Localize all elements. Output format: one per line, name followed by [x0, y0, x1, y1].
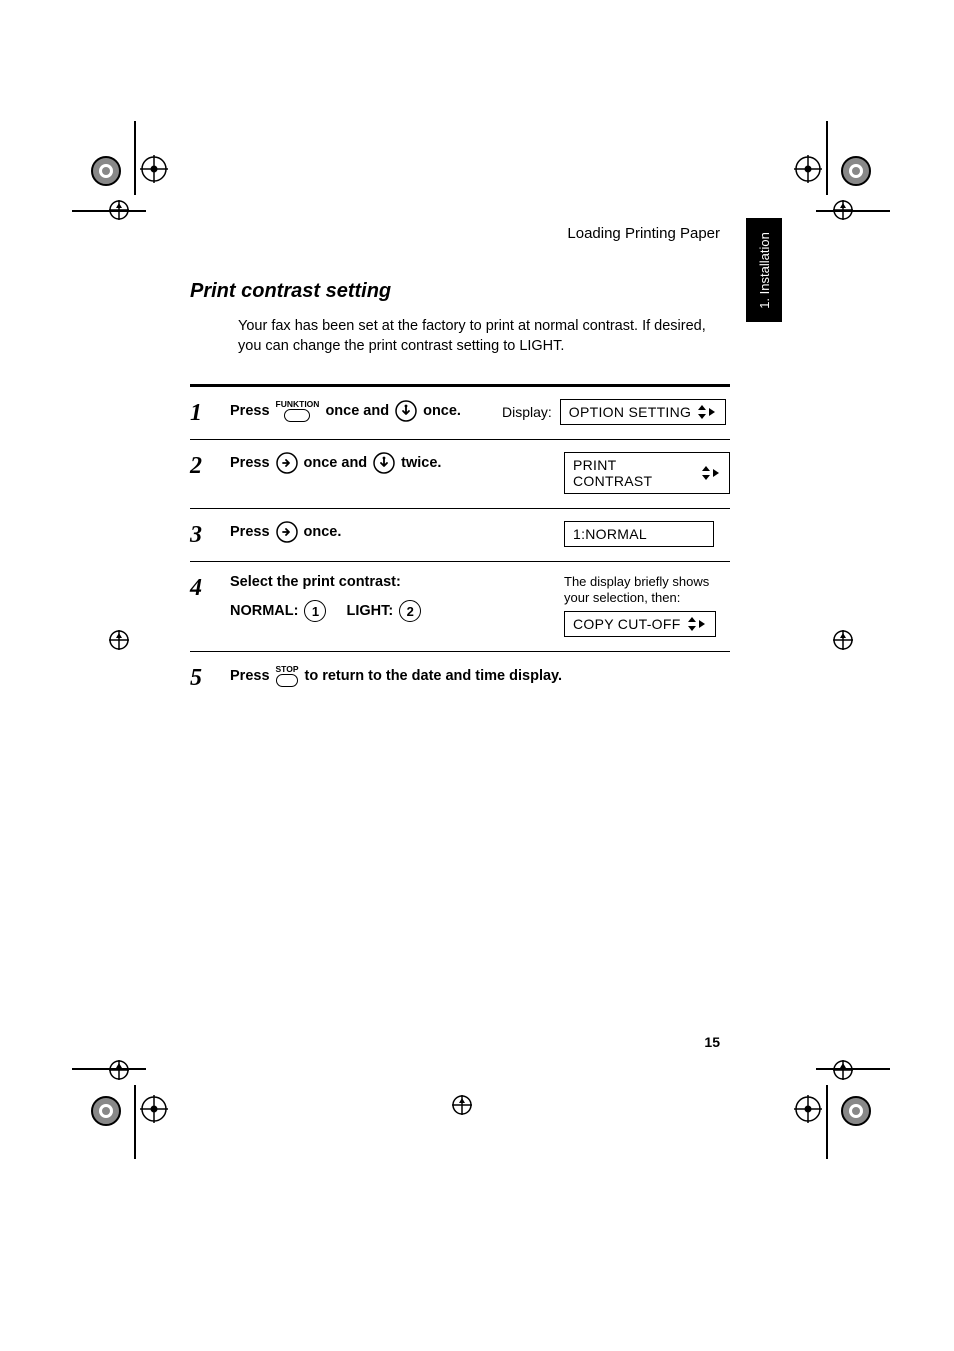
- registration-arrow-icon: [833, 200, 853, 225]
- step-row: 5 Press STOP to return to the date and t…: [190, 651, 730, 704]
- step-row: 1 Press FUNKTION once and once.: [190, 384, 730, 439]
- registration-crosshair-icon: [794, 1095, 822, 1128]
- step-rhs: 1:NORMAL: [564, 521, 730, 547]
- up-down-right-arrows-icon: [691, 405, 717, 419]
- step-row: 4 Select the print contrast: NORMAL: 1 L…: [190, 561, 730, 651]
- step-rhs: The display briefly shows your selection…: [564, 574, 730, 637]
- lcd-display: 1:NORMAL: [564, 521, 714, 547]
- step-row: 3 Press once. 1:NORMAL: [190, 508, 730, 561]
- section-title: Print contrast setting: [190, 280, 730, 303]
- text: Press: [230, 668, 270, 684]
- key-label: STOP: [276, 664, 299, 674]
- registration-donut-icon: [840, 1095, 872, 1132]
- registration-donut-icon: [840, 155, 872, 192]
- text: once.: [423, 403, 461, 419]
- display-label: Display:: [502, 404, 552, 420]
- chapter-tab-label: 1. Installation: [757, 232, 772, 309]
- text: once.: [304, 524, 342, 540]
- step-number: 2: [190, 452, 218, 478]
- registration-arrow-icon: [833, 630, 853, 655]
- text: Press: [230, 403, 270, 419]
- registration-arrow-icon: [452, 1095, 472, 1120]
- section-intro: Your fax has been set at the factory to …: [238, 317, 730, 356]
- page-number: 15: [704, 1034, 720, 1050]
- step-row: 2 Press once and twice. PRINT CONTRAST: [190, 439, 730, 508]
- lcd-display: COPY CUT-OFF: [564, 611, 716, 637]
- registration-donut-icon: [90, 155, 122, 192]
- crop-mark: [826, 121, 828, 195]
- step-body: Press once and twice.: [230, 452, 552, 474]
- registration-crosshair-icon: [140, 1095, 168, 1128]
- right-arrow-key-icon: [276, 521, 298, 543]
- key-label: FUNKTION: [276, 399, 320, 409]
- lcd-text: PRINT CONTRAST: [573, 457, 695, 489]
- text: to return to the date and time display.: [305, 668, 563, 684]
- crop-mark: [826, 1085, 828, 1159]
- display-note: The display briefly shows your selection…: [564, 574, 730, 605]
- text: Select the print contrast:: [230, 574, 401, 590]
- lcd-text: COPY CUT-OFF: [573, 616, 681, 632]
- step-rhs: Display: OPTION SETTING: [564, 399, 730, 425]
- step-body: Press STOP to return to the date and tim…: [230, 664, 710, 687]
- lcd-display: OPTION SETTING: [560, 399, 726, 425]
- registration-crosshair-icon: [140, 155, 168, 188]
- step-body: Select the print contrast: NORMAL: 1 LIG…: [230, 574, 552, 622]
- text: Press: [230, 455, 270, 471]
- funktion-key-icon: FUNKTION: [276, 399, 320, 422]
- crop-mark: [134, 121, 136, 195]
- lcd-text: 1:NORMAL: [573, 526, 647, 542]
- registration-arrow-icon: [109, 200, 129, 225]
- stop-key-icon: STOP: [276, 664, 299, 687]
- crop-mark: [134, 1085, 136, 1159]
- chapter-tab: 1. Installation: [746, 218, 782, 322]
- down-arrow-key-icon: [373, 452, 395, 474]
- lcd-text: OPTION SETTING: [569, 404, 691, 420]
- step-number: 4: [190, 574, 218, 600]
- text: once and: [304, 455, 368, 471]
- step-body: Press once.: [230, 521, 552, 543]
- keypad-2-icon: 2: [399, 600, 421, 622]
- step-number: 1: [190, 399, 218, 425]
- text: once and: [325, 403, 389, 419]
- up-down-right-arrows-icon: [681, 617, 707, 631]
- step-list: 1 Press FUNKTION once and once.: [190, 384, 730, 704]
- crop-mark: [816, 210, 890, 212]
- lcd-display: PRINT CONTRAST: [564, 452, 730, 494]
- registration-arrow-icon: [833, 1060, 853, 1085]
- registration-crosshair-icon: [794, 155, 822, 188]
- step-number: 5: [190, 664, 218, 690]
- running-head: Loading Printing Paper: [567, 225, 720, 242]
- text: NORMAL:: [230, 603, 298, 619]
- text: twice.: [401, 455, 441, 471]
- registration-donut-icon: [90, 1095, 122, 1132]
- text: LIGHT:: [346, 603, 393, 619]
- page: Loading Printing Paper 1. Installation P…: [0, 0, 954, 1351]
- keypad-1-icon: 1: [304, 600, 326, 622]
- text: Press: [230, 524, 270, 540]
- down-arrow-key-icon: [395, 400, 417, 422]
- content-area: Print contrast setting Your fax has been…: [190, 280, 730, 704]
- registration-arrow-icon: [109, 1060, 129, 1085]
- registration-arrow-icon: [109, 630, 129, 655]
- step-rhs: PRINT CONTRAST: [564, 452, 730, 494]
- right-arrow-key-icon: [276, 452, 298, 474]
- up-down-right-arrows-icon: [695, 466, 721, 480]
- step-number: 3: [190, 521, 218, 547]
- crop-mark: [816, 1068, 890, 1070]
